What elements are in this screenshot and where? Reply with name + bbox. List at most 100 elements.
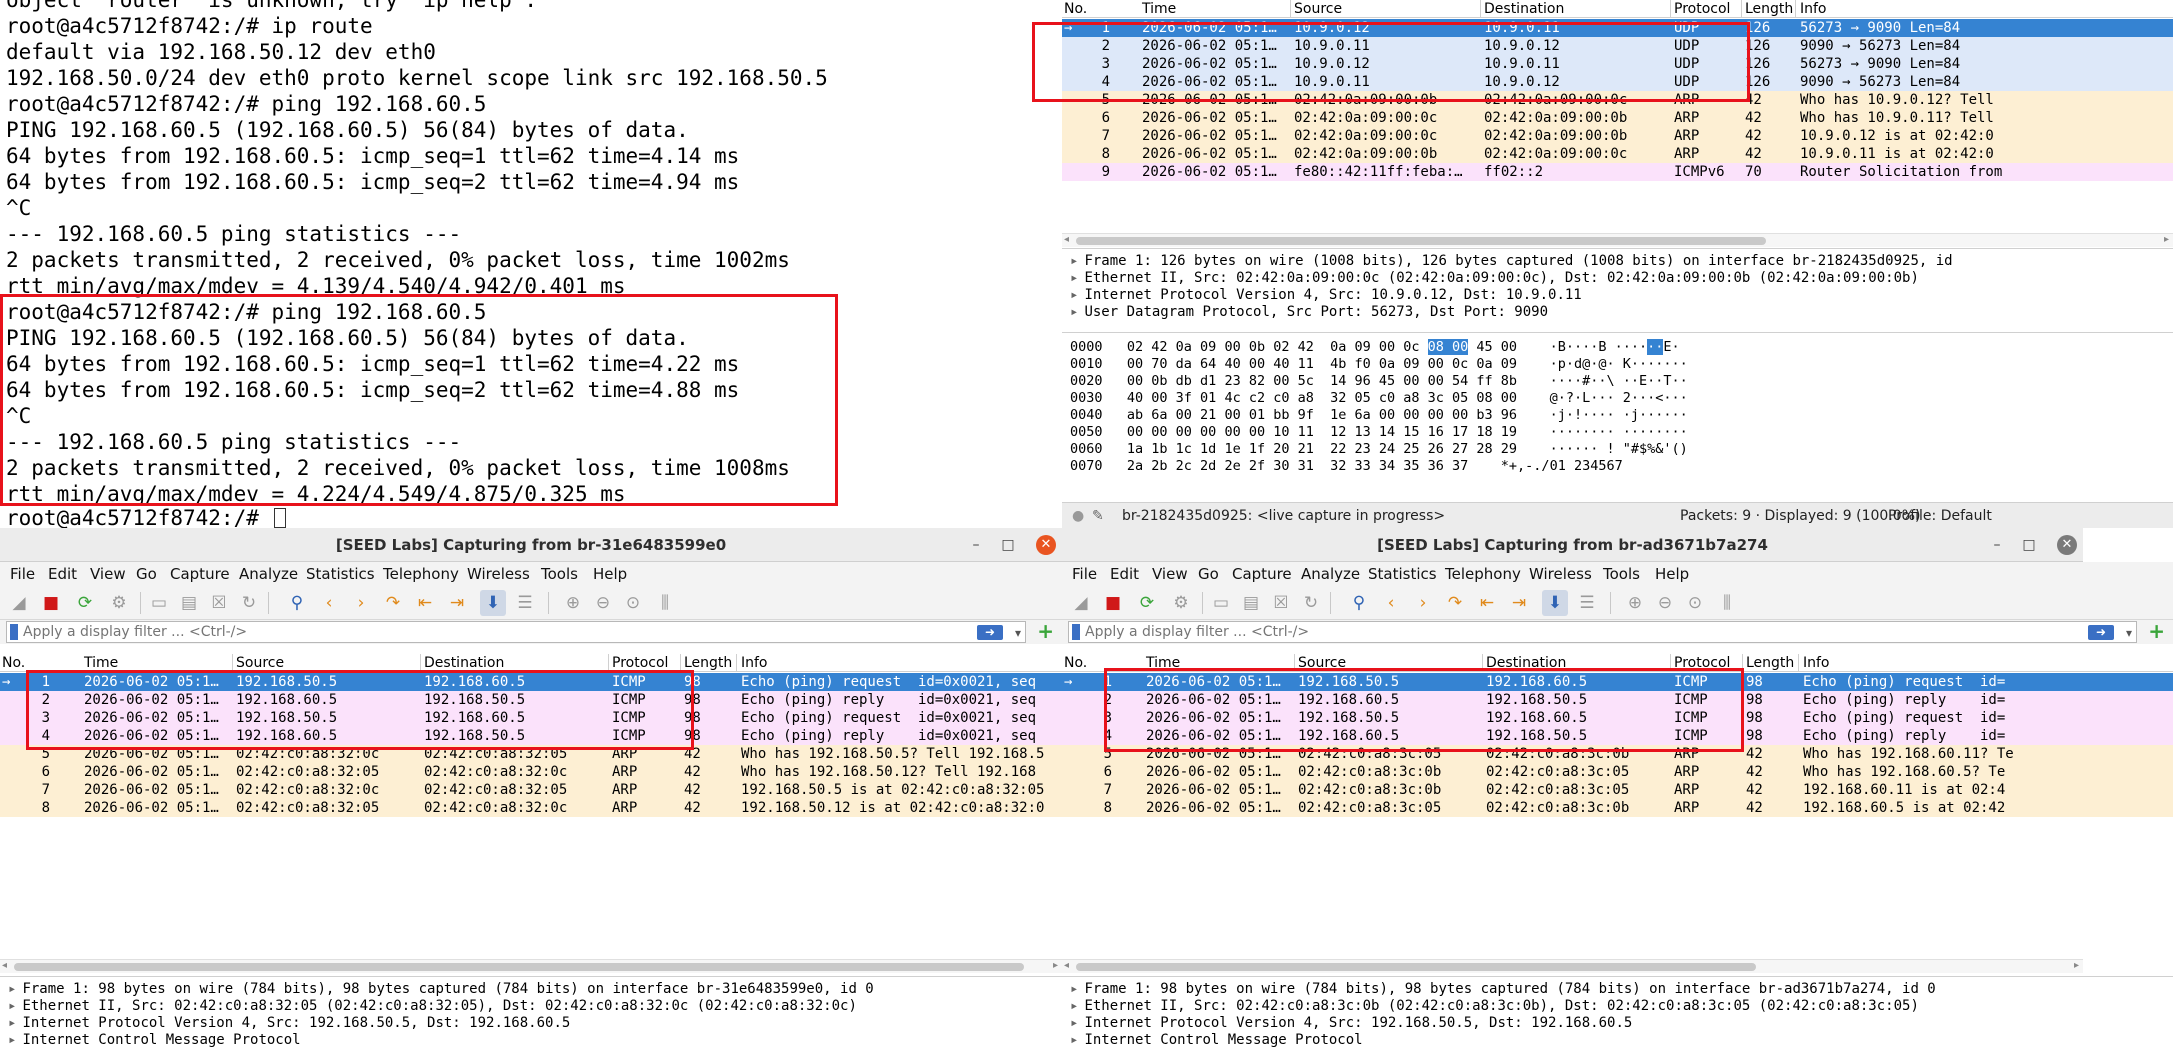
colorize-icon[interactable]: ☰ bbox=[1574, 590, 1600, 616]
packet-row[interactable]: 8 2026-06-02 05:1… 02:42:0a:09:00:0b 02:42:… bbox=[1062, 145, 2173, 163]
col-source[interactable]: Source bbox=[1298, 654, 1346, 672]
resize-columns-icon[interactable]: ⫼ bbox=[1714, 590, 1740, 616]
packet-row[interactable]: 3 2026-06-02 05:1… 192.168.50.5 192.168.60.… bbox=[0, 709, 1062, 727]
close-file-icon[interactable]: ☒ bbox=[206, 590, 232, 616]
packet-row[interactable]: 8 2026-06-02 05:1… 02:42:c0:a8:32:05 02:42:… bbox=[0, 799, 1062, 817]
detail-udp[interactable]: ▸ User Datagram Protocol, Src Port: 56273… bbox=[1070, 304, 1548, 321]
packet-bytes-pane[interactable]: 0000 02 42 0a 09 00 0b 02 42 0a 09 00 0c… bbox=[1062, 332, 2173, 502]
close-icon[interactable]: ✕ bbox=[2057, 535, 2077, 555]
col-info[interactable]: Info bbox=[741, 654, 768, 672]
terminal-window[interactable]: object "router" is unknown, try "ip help… bbox=[0, 0, 1062, 528]
close-file-icon[interactable]: ☒ bbox=[1268, 590, 1294, 616]
col-time[interactable]: Time bbox=[1146, 654, 1180, 672]
autoscroll-icon[interactable]: ⬇ bbox=[1542, 590, 1568, 616]
packet-row[interactable]: 4 2026-06-02 05:1… 192.168.60.5 192.168.50.… bbox=[0, 727, 1062, 745]
reload-file-icon[interactable]: ↻ bbox=[236, 590, 262, 616]
save-file-icon[interactable]: ▤ bbox=[176, 590, 202, 616]
packet-row[interactable]: 5 2026-06-02 05:1… 02:42:0a:09:00:0b 02:42:… bbox=[1062, 91, 2173, 109]
menu-wireless[interactable]: Wireless bbox=[1529, 562, 1592, 586]
menu-view[interactable]: View bbox=[1152, 562, 1188, 586]
menu-edit[interactable]: Edit bbox=[1110, 562, 1139, 586]
col-protocol[interactable]: Protocol bbox=[1674, 0, 1730, 18]
detail-ipv4[interactable]: ▸ Internet Protocol Version 4, Src: 192.1… bbox=[8, 1015, 570, 1032]
stop-capture-icon[interactable]: ■ bbox=[1100, 590, 1126, 616]
menu-telephony[interactable]: Telephony bbox=[383, 562, 459, 586]
packet-details-pane[interactable]: ▸ Frame 1: 98 bytes on wire (784 bits), 9… bbox=[1062, 976, 2173, 1060]
packet-row[interactable]: 7 2026-06-02 05:1… 02:42:c0:a8:32:0c 02:42:… bbox=[0, 781, 1062, 799]
menu-view[interactable]: View bbox=[90, 562, 126, 586]
find-packet-icon[interactable]: ⚲ bbox=[284, 590, 310, 616]
open-file-icon[interactable]: ▭ bbox=[1208, 590, 1234, 616]
packet-row[interactable]: 9 2026-06-02 05:1… fe80::42:11ff:feba:… ff0… bbox=[1062, 163, 2173, 181]
col-info[interactable]: Info bbox=[1800, 0, 1827, 18]
menu-edit[interactable]: Edit bbox=[48, 562, 77, 586]
capture-options-icon[interactable]: ⚙ bbox=[1168, 590, 1194, 616]
status-profile[interactable]: Profile: Default bbox=[1888, 505, 1992, 527]
detail-ethernet[interactable]: ▸ Ethernet II, Src: 02:42:c0:a8:32:05 (02… bbox=[8, 998, 857, 1015]
shark-fin-icon[interactable]: ◢ bbox=[1068, 590, 1094, 616]
packet-row[interactable]: 4 2026-06-02 05:1… 192.168.60.5 192.168.50.… bbox=[1062, 727, 2173, 745]
menu-capture[interactable]: Capture bbox=[1232, 562, 1292, 586]
packet-list[interactable]: 1 2026-06-02 05:1… 192.168.50.5 192.168.60.… bbox=[0, 673, 1062, 973]
display-filter-input[interactable] bbox=[23, 623, 423, 641]
go-back-icon[interactable]: ‹ bbox=[1378, 590, 1404, 616]
hex-line[interactable]: 0030 40 00 3f 01 4c c2 c0 a8 32 05 c0 a8… bbox=[1070, 390, 1688, 407]
minimize-icon[interactable]: – bbox=[1987, 535, 2007, 555]
col-length[interactable]: Length bbox=[1746, 654, 1794, 672]
col-no[interactable]: No. bbox=[1064, 0, 1087, 18]
detail-frame[interactable]: ▸ Frame 1: 98 bytes on wire (784 bits), 9… bbox=[1070, 981, 1936, 998]
packet-row[interactable]: 7 2026-06-02 05:1… 02:42:c0:a8:3c:0b 02:42:… bbox=[1062, 781, 2173, 799]
menu-help[interactable]: Help bbox=[593, 562, 627, 586]
packet-list[interactable]: 1 2026-06-02 05:1… 192.168.50.5 192.168.60.… bbox=[1062, 673, 2173, 973]
menu-go[interactable]: Go bbox=[1198, 562, 1219, 586]
wireshark-left-window[interactable]: [SEED Labs] Capturing from br-31e6483599… bbox=[0, 528, 1062, 1060]
zoom-in-icon[interactable]: ⊕ bbox=[560, 590, 586, 616]
open-file-icon[interactable]: ▭ bbox=[146, 590, 172, 616]
go-last-icon[interactable]: ⇥ bbox=[444, 590, 470, 616]
hex-line[interactable]: 0040 ab 6a 00 21 00 01 bb 9f 1e 6a 00 00… bbox=[1070, 407, 1688, 424]
packet-row[interactable]: 5 2026-06-02 05:1… 02:42:c0:a8:3c:05 02:42:… bbox=[1062, 745, 2173, 763]
maximize-icon[interactable]: □ bbox=[2019, 535, 2039, 555]
restart-capture-icon[interactable]: ⟳ bbox=[1134, 590, 1160, 616]
packet-details-pane[interactable]: ▸ Frame 1: 98 bytes on wire (784 bits), 9… bbox=[0, 976, 1062, 1060]
find-packet-icon[interactable]: ⚲ bbox=[1346, 590, 1372, 616]
packet-row[interactable]: 5 2026-06-02 05:1… 02:42:c0:a8:32:0c 02:42:… bbox=[0, 745, 1062, 763]
col-destination[interactable]: Destination bbox=[424, 654, 504, 672]
menu-statistics[interactable]: Statistics bbox=[1368, 562, 1437, 586]
colorize-icon[interactable]: ☰ bbox=[512, 590, 538, 616]
col-time[interactable]: Time bbox=[84, 654, 118, 672]
capture-status-icon[interactable]: ● bbox=[1072, 505, 1084, 527]
shark-fin-icon[interactable]: ◢ bbox=[6, 590, 32, 616]
reload-file-icon[interactable]: ↻ bbox=[1298, 590, 1324, 616]
packet-row[interactable]: 2 2026-06-02 05:1… 192.168.60.5 192.168.50.… bbox=[0, 691, 1062, 709]
filter-dropdown-icon[interactable]: ▾ bbox=[1015, 623, 1021, 643]
menu-statistics[interactable]: Statistics bbox=[306, 562, 375, 586]
close-icon[interactable]: ✕ bbox=[1036, 535, 1056, 555]
detail-ipv4[interactable]: ▸ Internet Protocol Version 4, Src: 10.9.… bbox=[1070, 287, 1582, 304]
filter-dropdown-icon[interactable]: ▾ bbox=[2126, 623, 2132, 643]
menu-analyze[interactable]: Analyze bbox=[1301, 562, 1360, 586]
normal-size-icon[interactable]: ⊙ bbox=[620, 590, 646, 616]
stop-capture-icon[interactable]: ■ bbox=[38, 590, 64, 616]
zoom-out-icon[interactable]: ⊖ bbox=[590, 590, 616, 616]
packet-row[interactable]: 8 2026-06-02 05:1… 02:42:c0:a8:3c:05 02:42:… bbox=[1062, 799, 2173, 817]
wireshark-top-window[interactable]: No. Time Source Destination Protocol Len… bbox=[1062, 0, 2173, 528]
go-back-icon[interactable]: ‹ bbox=[316, 590, 342, 616]
col-no[interactable]: No. bbox=[1064, 654, 1087, 672]
hex-line[interactable]: 0020 00 0b db d1 23 82 00 5c 14 96 45 00… bbox=[1070, 373, 1688, 390]
detail-ipv4[interactable]: ▸ Internet Protocol Version 4, Src: 192.1… bbox=[1070, 1015, 1632, 1032]
restart-capture-icon[interactable]: ⟳ bbox=[72, 590, 98, 616]
col-length[interactable]: Length bbox=[684, 654, 732, 672]
menu-capture[interactable]: Capture bbox=[170, 562, 230, 586]
add-filter-button-icon[interactable]: + bbox=[2148, 620, 2165, 642]
menu-telephony[interactable]: Telephony bbox=[1445, 562, 1521, 586]
packet-row[interactable]: 6 2026-06-02 05:1… 02:42:c0:a8:3c:0b 02:42:… bbox=[1062, 763, 2173, 781]
col-destination[interactable]: Destination bbox=[1486, 654, 1566, 672]
col-source[interactable]: Source bbox=[236, 654, 284, 672]
col-source[interactable]: Source bbox=[1294, 0, 1342, 18]
bookmark-icon[interactable] bbox=[10, 624, 18, 640]
go-first-icon[interactable]: ⇤ bbox=[1474, 590, 1500, 616]
go-to-packet-icon[interactable]: ↷ bbox=[1442, 590, 1468, 616]
autoscroll-icon[interactable]: ⬇ bbox=[480, 590, 506, 616]
resize-columns-icon[interactable]: ⫼ bbox=[652, 590, 678, 616]
